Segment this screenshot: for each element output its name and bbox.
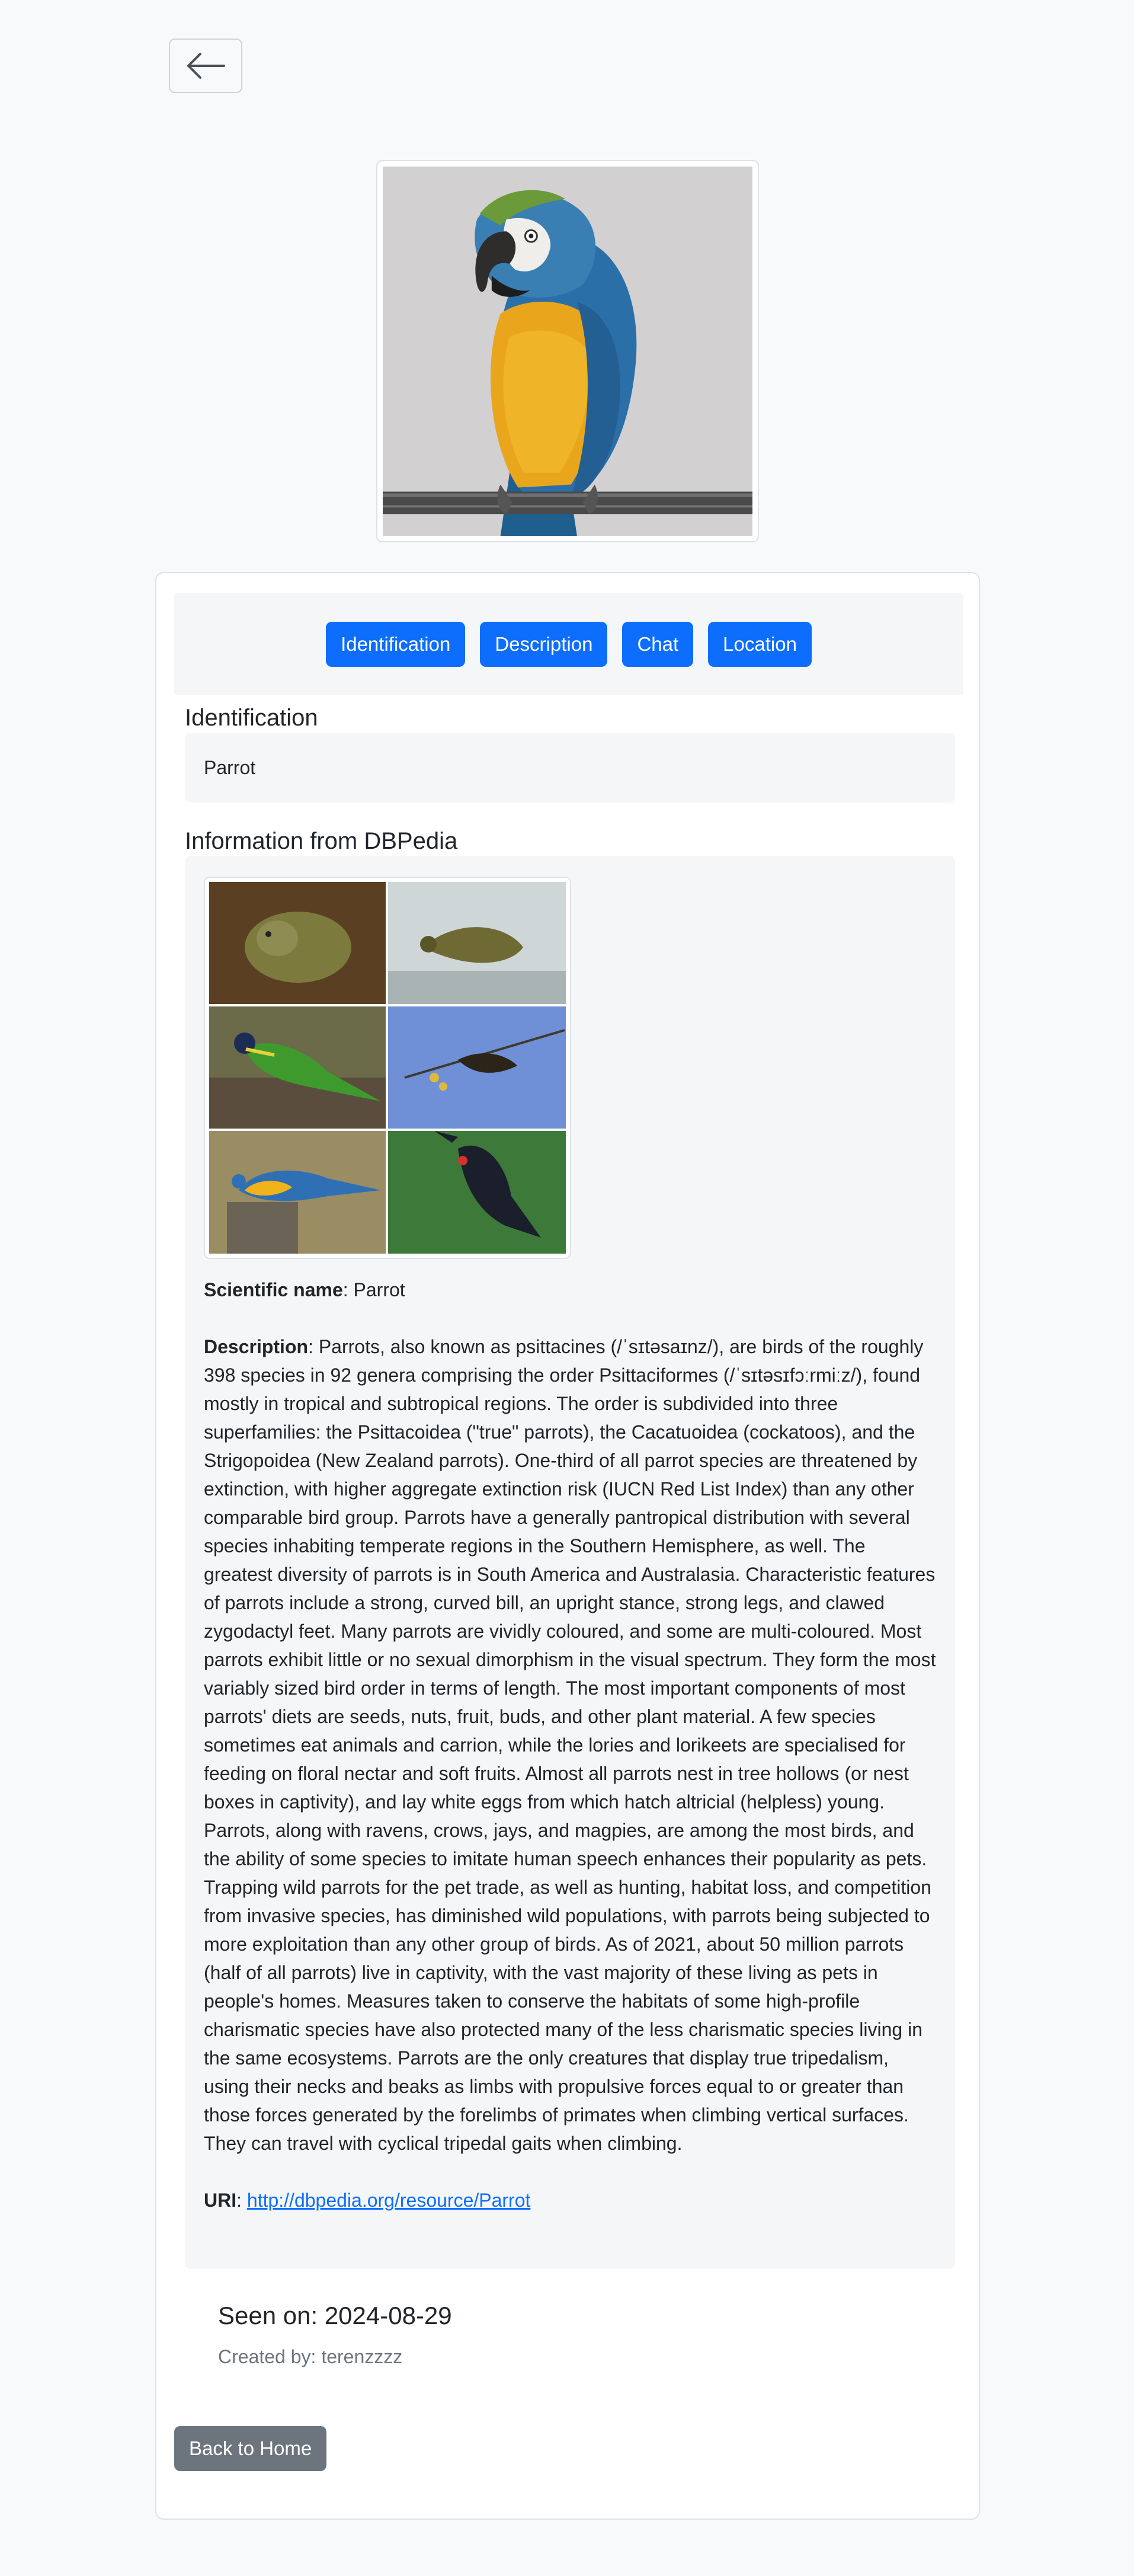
- uri-row: URI: http://dbpedia.org/resource/Parrot: [204, 2190, 531, 2211]
- seen-on-date: Seen on: 2024-08-29: [218, 2302, 452, 2329]
- description-label: Description: [204, 1336, 309, 1357]
- dbpedia-heading: Information from DBPedia: [185, 828, 458, 854]
- tab-chat[interactable]: Chat: [622, 622, 694, 667]
- uploaded-bird-image: [376, 160, 759, 542]
- result-card: Identification Description Chat Location…: [155, 572, 980, 2520]
- tab-location[interactable]: Location: [708, 622, 812, 667]
- dbpedia-text: Scientific name: Parrot Description: Par…: [204, 1276, 936, 2214]
- tab-description[interactable]: Description: [480, 622, 608, 667]
- dbpedia-panel: Scientific name: Parrot Description: Par…: [185, 856, 955, 2269]
- uri-label: URI: [204, 2190, 237, 2211]
- identification-heading: Identification: [185, 705, 318, 731]
- description-row: Description: Parrots, also known as psit…: [204, 1336, 936, 2154]
- back-to-home-button[interactable]: Back to Home: [174, 2426, 327, 2471]
- scientific-name-label: Scientific name: [204, 1279, 343, 1300]
- created-by: Created by: terenzzzz: [218, 2346, 403, 2367]
- parrot-photo: [383, 167, 752, 536]
- tab-bar: Identification Description Chat Location: [174, 593, 963, 695]
- arrow-left-icon: [187, 53, 225, 79]
- scientific-name-value: Parrot: [353, 1279, 405, 1300]
- back-arrow-button[interactable]: [169, 39, 242, 93]
- dbpedia-thumbnail: [204, 877, 571, 1259]
- tab-identification[interactable]: Identification: [326, 622, 466, 667]
- identification-result: Parrot: [185, 733, 955, 803]
- parrot-collage-image: [209, 882, 566, 1254]
- scientific-name-row: Scientific name: Parrot: [204, 1279, 405, 1300]
- uri-link[interactable]: http://dbpedia.org/resource/Parrot: [247, 2190, 531, 2211]
- description-text: Parrots, also known as psittacines (/ˈsɪ…: [204, 1336, 936, 2154]
- identification-value: Parrot: [204, 757, 256, 778]
